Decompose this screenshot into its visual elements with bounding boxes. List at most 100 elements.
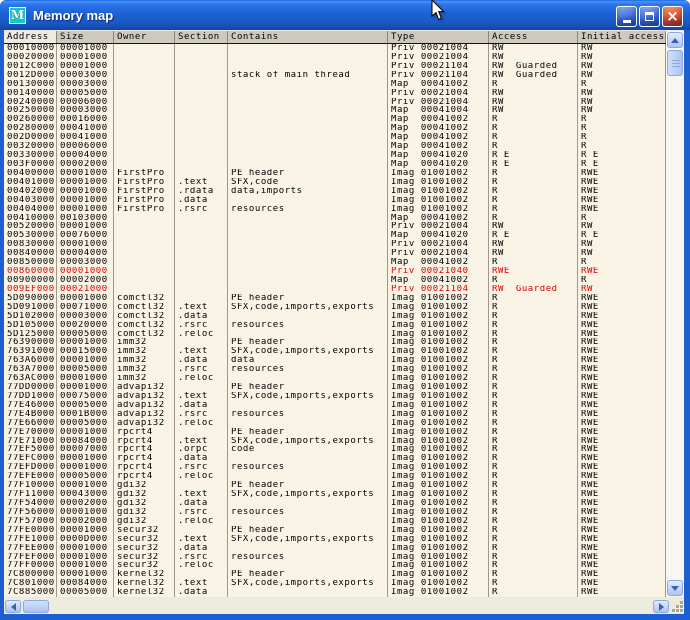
cell-section <box>175 124 228 133</box>
table-row[interactable]: 77EFC00000001000rpcrt4.dataImag 01001002… <box>4 454 666 463</box>
table-row[interactable]: 77E7000000001000rpcrt4PE headerImag 0100… <box>4 428 666 437</box>
column-header-section[interactable]: Section <box>175 31 228 44</box>
column-header-contains[interactable]: Contains <box>228 31 388 44</box>
scroll-right-button[interactable] <box>653 600 669 613</box>
table-row[interactable]: 77E4B0000001B000advapi32.rsrcresourcesIm… <box>4 410 666 419</box>
cell-contains: SFX,code,imports,exports <box>228 303 388 312</box>
close-button[interactable]: × <box>662 6 683 27</box>
table-row[interactable]: 0083000000001000Priv 00021004RWRW <box>4 240 666 249</box>
cell-size: 00003000 <box>57 80 114 89</box>
table-row[interactable]: 5D09000000001000comctl32PE headerImag 01… <box>4 294 666 303</box>
table-row[interactable]: 0040200000001000FirstPro.rdatadata,impor… <box>4 187 666 196</box>
cell-section: .data <box>175 454 228 463</box>
table-row[interactable]: 0084000000004000Priv 00021004RWRW <box>4 249 666 258</box>
table-row[interactable]: 5D10500000020000comctl32.rsrcresourcesIm… <box>4 321 666 330</box>
table-row[interactable]: 002D000000041000Map 00041002RR <box>4 133 666 142</box>
table-row[interactable]: 0040400000001000FirstPro.rsrcresourcesIm… <box>4 205 666 214</box>
cell-initial_access: RWE <box>578 401 666 410</box>
column-header-size[interactable]: Size <box>57 31 114 44</box>
table-row[interactable]: 7C80000000001000kernel32PE headerImag 01… <box>4 570 666 579</box>
title-bar[interactable]: M Memory map × <box>0 0 690 30</box>
column-header-access[interactable]: Access <box>489 31 578 44</box>
table-row[interactable]: 77F5700000002000gdi32.relocImag 01001002… <box>4 517 666 526</box>
column-header-initial-access[interactable]: Initial access <box>578 31 666 44</box>
table-row[interactable]: 77FEF00000001000secur32.rsrcresourcesIma… <box>4 553 666 562</box>
cell-address: 00840000 <box>4 249 57 258</box>
scroll-left-button[interactable] <box>5 600 21 613</box>
table-row[interactable]: 7C80100000084000kernel32.textSFX,code,im… <box>4 579 666 588</box>
table-row[interactable]: 77E4600000005000advapi32.dataImag 010010… <box>4 401 666 410</box>
vertical-scroll-thumb[interactable] <box>667 50 683 76</box>
table-row[interactable]: 5D09100000071000comctl32.textSFX,code,im… <box>4 303 666 312</box>
cell-contains: PE header <box>228 169 388 178</box>
cell-initial_access: RWE <box>578 454 666 463</box>
vertical-scrollbar[interactable] <box>666 31 684 597</box>
horizontal-scroll-thumb[interactable] <box>23 600 49 613</box>
table-row[interactable]: 77F5400000002000gdi32.dataImag 01001002R… <box>4 499 666 508</box>
scroll-up-button[interactable] <box>667 32 683 48</box>
table-row[interactable]: 003F000000002000Map 00041020R ER E <box>4 160 666 169</box>
cell-contains <box>228 285 388 294</box>
table-row[interactable]: 0012C00000001000Priv 00021104RW GuardedR… <box>4 62 666 71</box>
minimize-button[interactable] <box>616 6 637 27</box>
table-row[interactable]: 763A700000005000imm32.rsrcresourcesImag … <box>4 365 666 374</box>
table-row[interactable]: 77F1100000043000gdi32.textSFX,code,impor… <box>4 490 666 499</box>
table-row[interactable]: 0002000000001000Priv 00021004RWRW <box>4 53 666 62</box>
table-row[interactable]: 0025000000003000Map 00041004RWRW <box>4 106 666 115</box>
column-header-type[interactable]: Type <box>388 31 489 44</box>
cell-initial_access: RW <box>578 71 666 80</box>
table-row[interactable]: 77DD100000075000advapi32.textSFX,code,im… <box>4 392 666 401</box>
table-row[interactable]: 77E6600000005000advapi32.relocImag 01001… <box>4 419 666 428</box>
table-row[interactable]: 77F1000000001000gdi32PE headerImag 01001… <box>4 481 666 490</box>
table-row[interactable]: 5D10200000003000comctl32.dataImag 010010… <box>4 312 666 321</box>
table-row[interactable]: 0014000000005000Priv 00021004RWRW <box>4 89 666 98</box>
table-row[interactable]: 0012D00000003000stack of main threadPriv… <box>4 71 666 80</box>
cell-type: Imag 01001002 <box>388 463 489 472</box>
table-row[interactable]: 763AC00000001000imm32.relocImag 01001002… <box>4 374 666 383</box>
table-row[interactable]: 0085000000003000Map 00041002RR <box>4 258 666 267</box>
table-row[interactable]: 77EF500000007000rpcrt4.orpccodeImag 0100… <box>4 445 666 454</box>
cell-address: 009EF000 <box>4 285 57 294</box>
table-row[interactable]: 0086000000001000Priv 00021040RWERWE <box>4 267 666 276</box>
table-row[interactable]: 0090000000002000Map 00041002RR <box>4 276 666 285</box>
table-row[interactable]: 0041000000103000Map 00041002RR <box>4 214 666 223</box>
scroll-down-button[interactable] <box>667 580 683 596</box>
table-row[interactable]: 0052000000001000Priv 00021004RWRW <box>4 222 666 231</box>
table-row[interactable]: 0024000000006000Priv 00021004RWRW <box>4 98 666 107</box>
table-row[interactable]: 77FE10000000D000secur32.textSFX,code,imp… <box>4 535 666 544</box>
resize-grip[interactable] <box>672 601 686 614</box>
table-row[interactable]: 7639100000015000imm32.textSFX,code,impor… <box>4 347 666 356</box>
cell-access: RWE <box>489 267 578 276</box>
memory-map-window-icon: M <box>9 7 26 24</box>
table-row[interactable]: 7C88500000005000kernel32.dataImag 010010… <box>4 588 666 597</box>
table-row[interactable]: 77FEE00000001000secur32.dataImag 0100100… <box>4 544 666 553</box>
table-row[interactable]: 0028000000041000Map 00041002RR <box>4 124 666 133</box>
table-row[interactable]: 77EFE00000005000rpcrt4.relocImag 0100100… <box>4 472 666 481</box>
maximize-button[interactable] <box>639 6 660 27</box>
table-row[interactable]: 0040000000001000FirstProPE headerImag 01… <box>4 169 666 178</box>
table-row[interactable]: 77E7100000084000rpcrt4.textSFX,code,impo… <box>4 437 666 446</box>
table-row[interactable]: 009EF00000021000Priv 00021104RW GuardedR… <box>4 285 666 294</box>
table-row[interactable]: 0053000000076000Map 00041020R ER E <box>4 231 666 240</box>
table-row[interactable]: 0040300000001000FirstPro.dataImag 010010… <box>4 196 666 205</box>
table-row[interactable]: 0032000000006000Map 00041002RR <box>4 142 666 151</box>
table-row[interactable]: 77FF000000001000secur32.relocImag 010010… <box>4 561 666 570</box>
table-row[interactable]: 0033000000004000Map 00041020R ER E <box>4 151 666 160</box>
table-row[interactable]: 0040100000001000FirstPro.textSFX,codeIma… <box>4 178 666 187</box>
column-header-address[interactable]: Address <box>4 31 57 44</box>
table-row[interactable]: 5D12500000005000comctl32.relocImag 01001… <box>4 330 666 339</box>
cell-access: R <box>489 463 578 472</box>
table-row[interactable]: 77DD000000001000advapi32PE headerImag 01… <box>4 383 666 392</box>
table-row[interactable]: 77EFD00000001000rpcrt4.rsrcresourcesImag… <box>4 463 666 472</box>
cell-size: 0000D000 <box>57 535 114 544</box>
table-row[interactable]: 0026000000016000Map 00041002RR <box>4 115 666 124</box>
table-row[interactable]: 0001000000001000Priv 00021004RWRW <box>4 44 666 53</box>
table-row[interactable]: 0013000000003000Map 00041002RR <box>4 80 666 89</box>
table-row[interactable]: 77F5600000001000gdi32.rsrcresourcesImag … <box>4 508 666 517</box>
column-header-owner[interactable]: Owner <box>114 31 175 44</box>
horizontal-scrollbar[interactable] <box>4 599 670 614</box>
table-row[interactable]: 7639000000001000imm32PE headerImag 01001… <box>4 338 666 347</box>
cell-address: 003F0000 <box>4 160 57 169</box>
table-row[interactable]: 763A600000001000imm32.datadataImag 01001… <box>4 356 666 365</box>
table-row[interactable]: 77FE000000001000secur32PE headerImag 010… <box>4 526 666 535</box>
